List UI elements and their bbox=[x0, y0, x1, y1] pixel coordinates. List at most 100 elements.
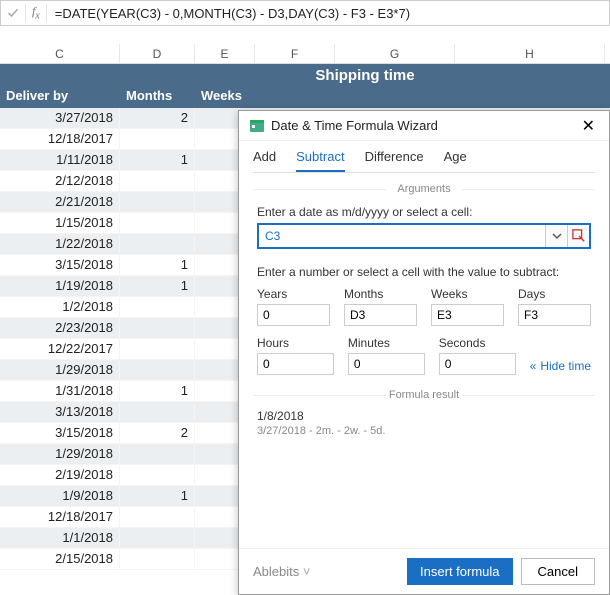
cell-months[interactable] bbox=[120, 528, 195, 548]
weeks-input[interactable] bbox=[431, 304, 504, 326]
cell-date[interactable]: 1/31/2018 bbox=[0, 381, 120, 401]
cell-date[interactable]: 1/22/2018 bbox=[0, 234, 120, 254]
result-label: Formula result bbox=[239, 389, 609, 401]
header-deliver-by: Deliver by bbox=[0, 86, 120, 108]
col-header-c[interactable]: C bbox=[0, 44, 120, 63]
years-input[interactable] bbox=[257, 304, 330, 326]
years-label: Years bbox=[257, 287, 330, 301]
header-row: Deliver by Months Weeks bbox=[0, 86, 610, 108]
cell-months[interactable] bbox=[120, 318, 195, 338]
cell-date[interactable]: 3/27/2018 bbox=[0, 108, 120, 128]
date-input-row bbox=[257, 223, 591, 249]
cell-date[interactable]: 2/15/2018 bbox=[0, 549, 120, 569]
cell-date[interactable]: 1/2/2018 bbox=[0, 297, 120, 317]
insert-formula-button[interactable]: Insert formula bbox=[407, 558, 512, 585]
cell-months[interactable] bbox=[120, 234, 195, 254]
months-label: Months bbox=[344, 287, 417, 301]
cell-date[interactable]: 1/29/2018 bbox=[0, 360, 120, 380]
tab-add[interactable]: Add bbox=[253, 149, 276, 172]
cell-date[interactable]: 3/13/2018 bbox=[0, 402, 120, 422]
cell-months[interactable] bbox=[120, 465, 195, 485]
col-header-f[interactable]: F bbox=[255, 44, 335, 63]
wizard-tabs: Add Subtract Difference Age bbox=[239, 141, 609, 172]
cancel-button[interactable]: Cancel bbox=[521, 558, 595, 585]
seconds-input[interactable] bbox=[439, 353, 516, 375]
column-headers: C D E F G H bbox=[0, 44, 610, 64]
cell-months[interactable] bbox=[120, 549, 195, 569]
wizard-titlebar: Date & Time Formula Wizard ✕ bbox=[239, 111, 609, 141]
cell-months[interactable]: 2 bbox=[120, 423, 195, 443]
chevron-down-icon[interactable] bbox=[545, 225, 567, 247]
cell-date[interactable]: 2/12/2018 bbox=[0, 171, 120, 191]
arguments-label: Arguments bbox=[239, 183, 609, 195]
cell-date[interactable]: 1/19/2018 bbox=[0, 276, 120, 296]
cell-date[interactable]: 2/21/2018 bbox=[0, 192, 120, 212]
cell-date[interactable]: 3/15/2018 bbox=[0, 255, 120, 275]
cell-months[interactable]: 1 bbox=[120, 255, 195, 275]
cell-date[interactable]: 1/15/2018 bbox=[0, 213, 120, 233]
minutes-input[interactable] bbox=[348, 353, 425, 375]
col-header-g[interactable]: G bbox=[335, 44, 455, 63]
minutes-label: Minutes bbox=[348, 336, 425, 350]
cell-months[interactable] bbox=[120, 213, 195, 233]
result-breakdown: 3/27/2018 - 2m. - 2w. - 5d. bbox=[257, 425, 591, 437]
date-time-wizard: Date & Time Formula Wizard ✕ Add Subtrac… bbox=[238, 110, 610, 595]
cell-months[interactable] bbox=[120, 339, 195, 359]
cell-date[interactable]: 1/11/2018 bbox=[0, 150, 120, 170]
hours-input[interactable] bbox=[257, 353, 334, 375]
days-label: Days bbox=[518, 287, 591, 301]
cell-date[interactable]: 12/22/2017 bbox=[0, 339, 120, 359]
cell-date[interactable]: 1/1/2018 bbox=[0, 528, 120, 548]
formula-text[interactable]: =DATE(YEAR(C3) - 0,MONTH(C3) - D3,DAY(C3… bbox=[47, 6, 609, 21]
days-input[interactable] bbox=[518, 304, 591, 326]
cell-months[interactable] bbox=[120, 444, 195, 464]
cell-months[interactable] bbox=[120, 171, 195, 191]
wizard-title: Date & Time Formula Wizard bbox=[271, 118, 578, 133]
header-months: Months bbox=[120, 86, 195, 108]
col-header-e[interactable]: E bbox=[195, 44, 255, 63]
cell-months[interactable] bbox=[120, 402, 195, 422]
brand-menu[interactable]: Ablebits bbox=[253, 564, 399, 579]
tab-subtract[interactable]: Subtract bbox=[296, 149, 344, 172]
number-field-label: Enter a number or select a cell with the… bbox=[257, 265, 591, 279]
band-row: Shipping time bbox=[0, 64, 610, 86]
cell-date[interactable]: 2/23/2018 bbox=[0, 318, 120, 338]
cell-months[interactable]: 1 bbox=[120, 381, 195, 401]
col-header-d[interactable]: D bbox=[120, 44, 195, 63]
header-weeks: Weeks bbox=[195, 86, 255, 108]
result-box: 1/8/2018 3/27/2018 - 2m. - 2w. - 5d. bbox=[257, 409, 591, 437]
check-icon[interactable] bbox=[7, 7, 19, 19]
fx-icon[interactable]: fx bbox=[25, 4, 47, 21]
cell-months[interactable] bbox=[120, 129, 195, 149]
close-icon[interactable]: ✕ bbox=[578, 116, 599, 136]
formula-bar-actions bbox=[1, 7, 25, 19]
seconds-label: Seconds bbox=[439, 336, 516, 350]
result-value: 1/8/2018 bbox=[257, 409, 591, 423]
cell-date[interactable]: 3/15/2018 bbox=[0, 423, 120, 443]
col-header-h[interactable]: H bbox=[455, 44, 605, 63]
cell-months[interactable] bbox=[120, 360, 195, 380]
cell-date[interactable]: 12/18/2017 bbox=[0, 507, 120, 527]
formula-bar: fx =DATE(YEAR(C3) - 0,MONTH(C3) - D3,DAY… bbox=[0, 0, 610, 26]
tab-age[interactable]: Age bbox=[444, 149, 467, 172]
band-title: Shipping time bbox=[120, 67, 610, 84]
months-input[interactable] bbox=[344, 304, 417, 326]
cell-months[interactable] bbox=[120, 297, 195, 317]
cell-date[interactable]: 2/19/2018 bbox=[0, 465, 120, 485]
hide-time-link[interactable]: Hide time bbox=[530, 359, 591, 375]
cell-months[interactable]: 1 bbox=[120, 486, 195, 506]
cell-months[interactable] bbox=[120, 507, 195, 527]
tab-difference[interactable]: Difference bbox=[365, 149, 424, 172]
cell-picker-icon[interactable] bbox=[567, 225, 589, 247]
cell-date[interactable]: 12/18/2017 bbox=[0, 129, 120, 149]
date-field-label: Enter a date as m/d/yyyy or select a cel… bbox=[257, 205, 591, 219]
weeks-label: Weeks bbox=[431, 287, 504, 301]
wizard-footer: Ablebits Insert formula Cancel bbox=[239, 548, 609, 594]
cell-months[interactable]: 1 bbox=[120, 150, 195, 170]
cell-months[interactable]: 2 bbox=[120, 108, 195, 128]
cell-date[interactable]: 1/9/2018 bbox=[0, 486, 120, 506]
cell-date[interactable]: 1/29/2018 bbox=[0, 444, 120, 464]
date-input[interactable] bbox=[259, 225, 545, 247]
cell-months[interactable] bbox=[120, 192, 195, 212]
cell-months[interactable]: 1 bbox=[120, 276, 195, 296]
